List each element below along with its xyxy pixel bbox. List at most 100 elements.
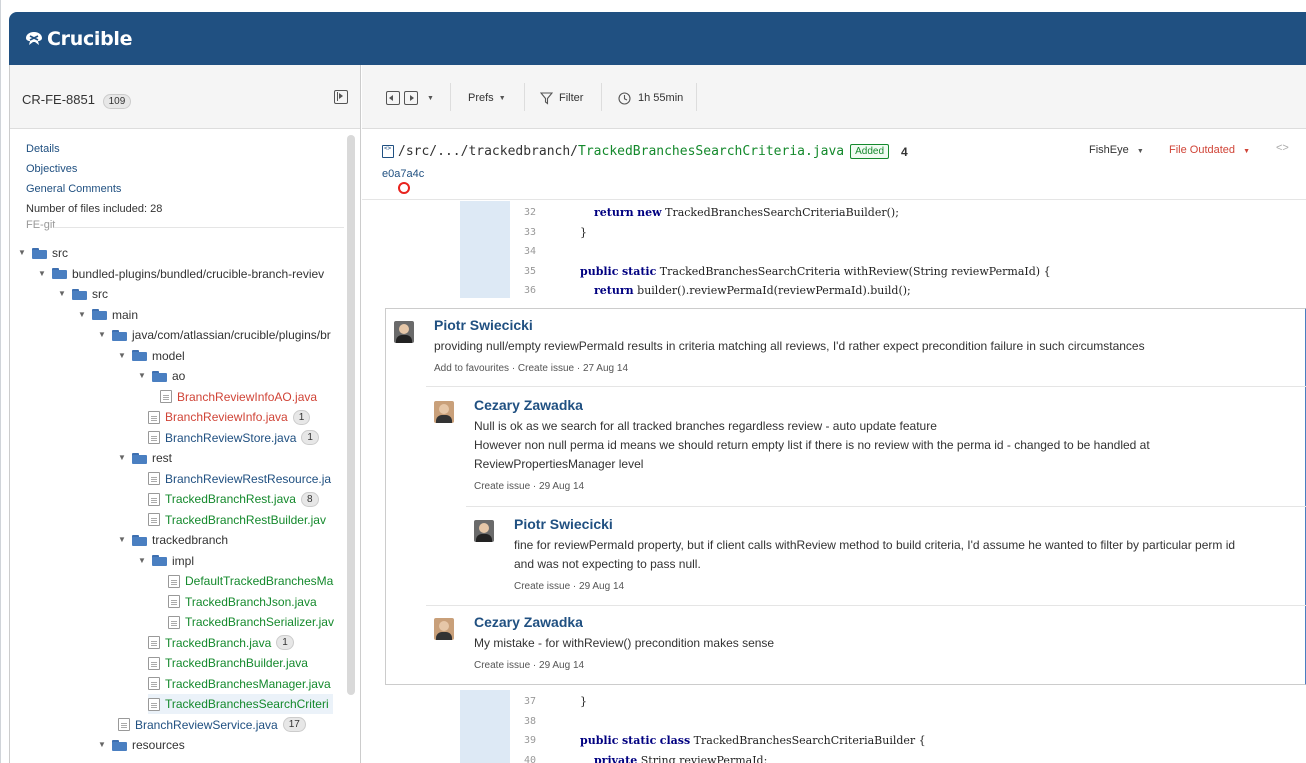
- tree-file[interactable]: TrackedBranchesSearchCriteri: [148, 694, 333, 714]
- file-path-prefix[interactable]: /src/.../trackedbranch/: [398, 144, 578, 159]
- code-line[interactable]: 35 public static TrackedBranchesSearchCr…: [362, 262, 1306, 282]
- tree-folder[interactable]: ▼ java/com/atlassian/crucible/plugins/br: [98, 325, 331, 345]
- previous-file-icon[interactable]: [386, 91, 400, 105]
- code-text: }: [566, 225, 587, 239]
- tree-folder[interactable]: ▼ resources: [98, 735, 185, 755]
- line-number[interactable]: 35: [512, 262, 536, 282]
- tree-folder[interactable]: ▼ model: [118, 346, 185, 366]
- chevron-down-icon[interactable]: ▼: [118, 448, 128, 468]
- chevron-down-icon[interactable]: ▼: [78, 305, 88, 325]
- fisheye-dropdown[interactable]: FishEye ▼: [1089, 144, 1144, 156]
- code-text: private String reviewPermaId;: [593, 753, 768, 763]
- chevron-down-icon[interactable]: ▼: [58, 284, 68, 304]
- tree-file[interactable]: TrackedBranchesManager.java: [148, 674, 331, 694]
- code-line[interactable]: 40 private String reviewPermaId;: [362, 751, 1306, 763]
- tree-folder[interactable]: ▼ trackedbranch: [118, 530, 228, 550]
- line-number[interactable]: 38: [512, 712, 536, 732]
- code-line[interactable]: 38: [362, 712, 1306, 732]
- avatar[interactable]: [474, 520, 494, 542]
- comment-count-badge: 1: [292, 409, 311, 425]
- clock-icon: [618, 91, 631, 105]
- chevron-down-icon[interactable]: ▼: [427, 95, 434, 102]
- comment-author[interactable]: Piotr Swiecicki: [514, 516, 613, 532]
- tree-file[interactable]: TrackedBranchJson.java: [168, 592, 317, 612]
- tree-item-label: resources: [132, 738, 185, 752]
- file-icon: [148, 492, 160, 506]
- tree-file[interactable]: BranchReviewService.java 17: [118, 715, 306, 735]
- file-outdated-dropdown[interactable]: File Outdated ▼: [1169, 144, 1250, 156]
- comment-author[interactable]: Cezary Zawadka: [474, 614, 583, 630]
- tree-item-label: trackedbranch: [152, 533, 229, 547]
- tree-folder[interactable]: ▼ ao: [138, 366, 185, 386]
- collapse-sidebar-button[interactable]: [334, 90, 348, 104]
- chevron-down-icon[interactable]: ▼: [138, 551, 148, 571]
- avatar[interactable]: [394, 321, 414, 343]
- comment-actions[interactable]: Create issue · 29 Aug 14: [474, 481, 584, 492]
- line-number[interactable]: 36: [512, 281, 536, 301]
- chevron-down-icon[interactable]: ▼: [138, 366, 148, 386]
- file-name[interactable]: TrackedBranchesSearchCriteria.java: [578, 144, 844, 159]
- file-path: /src/.../trackedbranch/TrackedBranchesSe…: [382, 144, 908, 159]
- chevron-down-icon[interactable]: ▼: [98, 735, 108, 755]
- general-comments-link[interactable]: General Comments: [26, 179, 162, 199]
- tree-file[interactable]: TrackedBranch.java 1: [148, 633, 294, 653]
- chevron-down-icon[interactable]: ▼: [98, 325, 108, 345]
- tree-file[interactable]: TrackedBranchRest.java 8: [148, 489, 319, 509]
- tree-folder[interactable]: ▼ src: [58, 284, 108, 304]
- tree-file[interactable]: BranchReviewInfo.java 1: [148, 407, 311, 427]
- file-icon: [160, 390, 172, 403]
- tree-folder[interactable]: ▼ rest: [118, 448, 172, 468]
- chevron-down-icon[interactable]: ▼: [18, 243, 28, 263]
- line-number[interactable]: 32: [512, 203, 536, 223]
- chevron-down-icon[interactable]: ▼: [38, 264, 48, 284]
- crucible-logo[interactable]: Crucible: [25, 28, 133, 50]
- line-number[interactable]: 37: [512, 692, 536, 712]
- revision-link[interactable]: e0a7a4c: [382, 168, 424, 180]
- line-number[interactable]: 39: [512, 731, 536, 751]
- tree-file[interactable]: BranchReviewStore.java 1: [148, 428, 319, 448]
- comment-actions[interactable]: Create issue · 29 Aug 14: [514, 581, 624, 592]
- tree-folder[interactable]: ▼ src: [18, 243, 68, 263]
- details-link[interactable]: Details: [26, 139, 162, 159]
- tree-file[interactable]: TrackedBranchRestBuilder.jav: [148, 510, 326, 530]
- comment-actions[interactable]: Create issue · 29 Aug 14: [474, 660, 584, 671]
- revision-marker-icon[interactable]: [398, 182, 410, 194]
- tree-file[interactable]: TrackedBranchSerializer.jav: [168, 612, 334, 632]
- tree-file[interactable]: TrackedBranchBuilder.java: [148, 653, 308, 673]
- tree-file[interactable]: BranchReviewInfoAO.java: [160, 387, 317, 407]
- folder-icon: [132, 350, 148, 361]
- objectives-link[interactable]: Objectives: [26, 159, 162, 179]
- crucible-logo-icon: [26, 32, 42, 45]
- tree-folder[interactable]: ▼ bundled-plugins/bundled/crucible-branch…: [38, 264, 324, 284]
- time-spent[interactable]: 1h 55min: [618, 89, 683, 107]
- comment-author[interactable]: Piotr Swiecicki: [434, 317, 533, 333]
- filter-button[interactable]: Filter: [540, 89, 583, 107]
- tree-item-label: TrackedBranchJson.java: [185, 594, 317, 609]
- chevron-down-icon[interactable]: ▼: [118, 346, 128, 366]
- code-line[interactable]: 34: [362, 242, 1306, 262]
- chevron-down-icon[interactable]: ▼: [118, 530, 128, 550]
- tree-folder[interactable]: ▼ main: [78, 305, 138, 325]
- tree-file[interactable]: BranchReviewRestResource.ja: [148, 469, 331, 489]
- sidebar-scrollbar[interactable]: [347, 135, 355, 695]
- tree-item-label: BranchReviewInfo.java: [165, 410, 288, 424]
- tree-folder[interactable]: ▼ impl: [138, 551, 194, 571]
- folder-icon: [112, 329, 128, 341]
- comment-actions[interactable]: Add to favourites · Create issue · 27 Au…: [434, 363, 628, 374]
- code-line[interactable]: 32 return new TrackedBranchesSearchCrite…: [362, 203, 1306, 223]
- tree-file[interactable]: DefaultTrackedBranchesMa: [168, 571, 333, 591]
- next-file-icon[interactable]: [404, 91, 418, 105]
- prefs-dropdown[interactable]: Prefs ▼: [468, 89, 506, 107]
- code-line[interactable]: 39 public static class TrackedBranchesSe…: [362, 731, 1306, 751]
- avatar[interactable]: [434, 618, 454, 640]
- line-number[interactable]: 34: [512, 242, 536, 262]
- line-number[interactable]: 33: [512, 223, 536, 243]
- code-line[interactable]: 36 return builder().reviewPermaId(review…: [362, 281, 1306, 301]
- comment-author[interactable]: Cezary Zawadka: [474, 397, 583, 413]
- comment-count: 4: [901, 144, 908, 159]
- line-number[interactable]: 40: [512, 751, 536, 763]
- code-line[interactable]: 37 }: [362, 692, 1306, 712]
- expand-icon[interactable]: <>: [1276, 142, 1289, 154]
- code-line[interactable]: 33 }: [362, 223, 1306, 243]
- avatar[interactable]: [434, 401, 454, 423]
